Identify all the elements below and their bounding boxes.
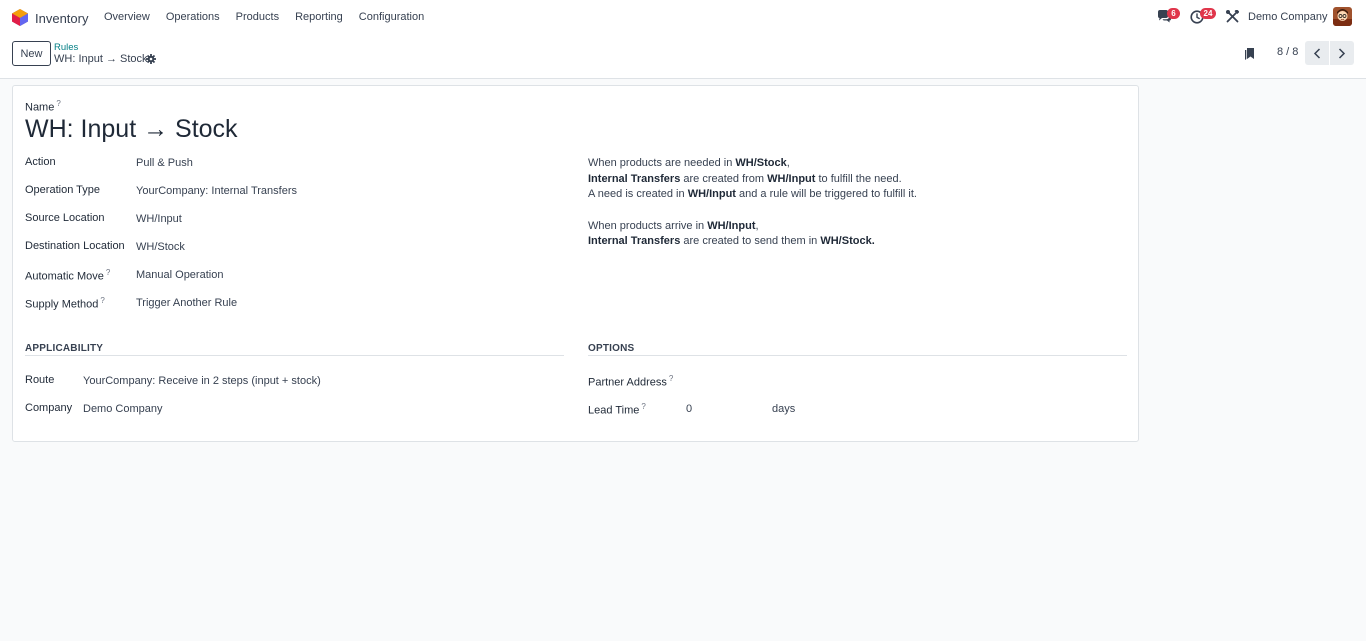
form-sheet: Name? WH: Input → Stock Action Pull & Pu…	[12, 85, 1139, 442]
menu-item-products[interactable]: Products	[236, 11, 279, 23]
lead-time-unit: days	[772, 403, 796, 415]
lead-time-field[interactable]: 0	[686, 403, 766, 415]
automatic-move-help-icon[interactable]: ?	[106, 268, 110, 277]
chat-count-badge: 6	[1167, 8, 1180, 19]
breadcrumb-rules[interactable]: Rules	[54, 42, 78, 53]
description-line: Internal Transfers are created from WH/I…	[588, 172, 902, 185]
supply-method-field[interactable]: Trigger Another Rule	[136, 297, 237, 309]
lead-time-help-icon[interactable]: ?	[641, 402, 645, 411]
supply-method-label: Supply Method?	[25, 296, 105, 311]
destination-location-field[interactable]: WH/Stock	[136, 241, 185, 253]
main-menu: Overview Operations Products Reporting C…	[104, 11, 440, 23]
applicability-section-title: APPLICABILITY	[25, 343, 104, 354]
automatic-move-label: Automatic Move?	[25, 268, 111, 283]
menu-item-overview[interactable]: Overview	[104, 11, 150, 23]
activity-count-badge: 24	[1200, 8, 1216, 19]
menu-item-reporting[interactable]: Reporting	[295, 11, 343, 23]
user-avatar[interactable]	[1333, 7, 1352, 26]
route-label: Route	[25, 374, 55, 386]
breadcrumb-current-record: WH: Input → Stock	[54, 53, 148, 65]
new-button[interactable]: New	[12, 41, 51, 66]
company-switcher[interactable]: Demo Company	[1248, 11, 1327, 23]
gear-icon[interactable]	[146, 54, 156, 64]
source-location-field[interactable]: WH/Input	[136, 213, 182, 225]
automatic-move-field[interactable]: Manual Operation	[136, 269, 223, 281]
name-help-icon[interactable]: ?	[56, 99, 60, 108]
top-navbar: Inventory Overview Operations Products R…	[0, 0, 1366, 35]
menu-item-configuration[interactable]: Configuration	[359, 11, 424, 23]
applicability-separator	[25, 355, 564, 356]
partner-address-field[interactable]	[686, 375, 1106, 389]
description-line: When products are needed in WH/Stock,	[588, 157, 790, 169]
lead-time-label: Lead Time?	[588, 402, 646, 417]
menu-item-operations[interactable]: Operations	[166, 11, 220, 23]
control-panel: New Rules WH: Input → Stock 8 / 8	[0, 35, 1366, 79]
options-separator	[588, 355, 1127, 356]
company-field[interactable]: Demo Company	[83, 403, 162, 415]
action-label: Action	[25, 156, 56, 168]
destination-location-label: Destination Location	[25, 240, 125, 252]
options-section-title: OPTIONS	[588, 343, 635, 354]
name-label: Name?	[25, 99, 61, 114]
partner-address-help-icon[interactable]: ?	[669, 374, 673, 383]
chevron-right-icon	[1338, 47, 1346, 59]
supply-method-help-icon[interactable]: ?	[100, 296, 104, 305]
inventory-app-icon[interactable]	[12, 9, 28, 26]
bookmark-icon[interactable]	[1245, 47, 1255, 60]
action-field[interactable]: Pull & Push	[136, 157, 193, 169]
rule-description: When products are needed in WH/Stock, In…	[588, 156, 917, 250]
rule-name-field[interactable]: WH: Input → Stock	[25, 115, 238, 144]
route-field[interactable]: YourCompany: Receive in 2 steps (input +…	[83, 375, 321, 387]
description-line: A need is created in WH/Input and a rule…	[588, 188, 917, 200]
description-line: When products arrive in WH/Input,	[588, 219, 759, 232]
operation-type-field[interactable]: YourCompany: Internal Transfers	[136, 185, 297, 197]
source-location-label: Source Location	[25, 212, 105, 224]
chevron-left-icon	[1313, 47, 1321, 59]
debug-tools-icon[interactable]	[1226, 10, 1239, 23]
pager-value[interactable]: 8 / 8	[1277, 46, 1298, 58]
partner-address-label: Partner Address?	[588, 374, 674, 389]
company-label: Company	[25, 402, 73, 414]
pager-next-button[interactable]	[1330, 41, 1354, 65]
operation-type-label: Operation Type	[25, 184, 101, 196]
pager-previous-button[interactable]	[1305, 41, 1329, 65]
description-line: Internal Transfers are created to send t…	[588, 235, 875, 247]
app-name[interactable]: Inventory	[35, 11, 88, 26]
